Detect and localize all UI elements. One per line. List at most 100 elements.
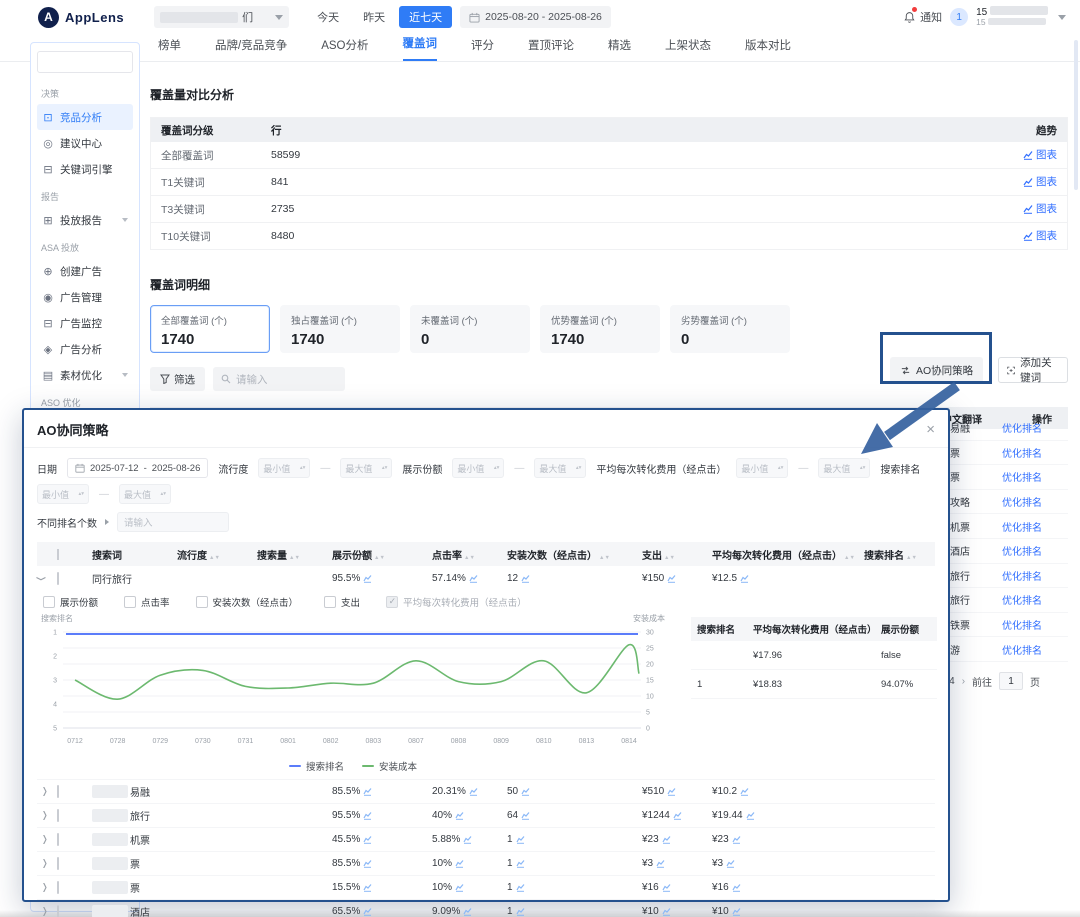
trend-icon[interactable] [521,787,530,796]
sidebar-item[interactable]: ⊟ 关键词引擎 [37,156,133,182]
last7days-button[interactable]: 近七天 [399,6,452,28]
col-header[interactable]: 搜索量▲▼ [257,547,332,562]
trend-icon[interactable] [516,859,525,868]
series-checkbox[interactable] [324,596,336,608]
col-header[interactable]: 流行度▲▼ [177,547,257,562]
trend-icon[interactable] [740,787,749,796]
search-input[interactable]: 请输入 [213,367,345,391]
trend-icon[interactable] [732,883,741,892]
sidebar-item[interactable]: ⊕ 创建广告 [37,258,133,284]
rank-count-input[interactable]: 请输入 [117,512,229,532]
trend-icon[interactable] [469,574,478,583]
trend-icon[interactable] [363,883,372,892]
avatar[interactable]: 1 [950,8,968,26]
tab[interactable]: 覆盖词 [403,35,438,61]
expand-row-icon[interactable]: ❭ [37,786,49,797]
trend-icon[interactable] [363,859,372,868]
stepper-icons[interactable]: ▴▾ [860,467,866,470]
tab[interactable]: 榜单 [158,37,181,61]
stat-card[interactable]: 劣势覆盖词 (个) 0 [670,305,790,353]
tab[interactable]: 评分 [471,37,494,61]
expand-row-icon[interactable]: ❭ [37,834,49,845]
series-checkbox[interactable] [386,596,398,608]
row-checkbox[interactable] [57,785,59,798]
share-min-input[interactable]: 最小值▴▾ [452,458,504,478]
series-checkbox[interactable] [196,596,208,608]
trend-icon[interactable] [455,883,464,892]
user-chip[interactable]: 15 15 [976,6,1048,27]
trend-icon[interactable] [662,907,671,916]
app-selector-dropdown[interactable]: 们 [154,6,289,28]
col-header[interactable]: 搜索排名▲▼ [864,547,937,562]
series-toggle[interactable]: 点击率 [124,595,170,609]
trend-icon[interactable] [363,811,372,820]
trend-icon[interactable] [455,811,464,820]
expand-row-icon[interactable]: ❭ [37,882,49,893]
trend-icon[interactable] [673,811,682,820]
series-checkbox[interactable] [124,596,136,608]
popularity-max-input[interactable]: 最大值▴▾ [340,458,392,478]
filter-button[interactable]: 筛选 [150,367,205,391]
row-checkbox[interactable] [57,881,59,894]
trend-icon[interactable] [656,859,665,868]
cpa-min-input[interactable]: 最小值▴▾ [736,458,788,478]
stepper-icons[interactable]: ▴▾ [494,467,500,470]
sidebar-item[interactable]: ◉ 广告管理 [37,284,133,310]
trend-icon[interactable] [521,811,530,820]
expand-row-icon[interactable]: ❭ [37,858,49,869]
date-range-picker[interactable]: 2025-08-20 - 2025-08-26 [460,6,611,28]
close-icon[interactable]: × [926,422,935,437]
trend-icon[interactable] [516,907,525,916]
trend-icon[interactable] [363,574,372,583]
tab[interactable]: 上架状态 [665,37,711,61]
rank-min-input[interactable]: 最小值▴▾ [37,484,89,504]
notifications-button[interactable]: 通知 [903,9,942,25]
cpa-max-input[interactable]: 最大值▴▾ [818,458,870,478]
yesterday-button[interactable]: 昨天 [353,6,395,28]
trend-icon[interactable] [740,574,749,583]
trend-icon[interactable] [363,787,372,796]
popularity-min-input[interactable]: 最小值▴▾ [258,458,310,478]
optimize-rank-link[interactable]: 优化排名 [1002,568,1042,583]
sidebar-item[interactable]: ▤ 素材优化 [37,362,133,388]
stepper-icons[interactable]: ▴▾ [576,467,582,470]
row-checkbox[interactable] [57,905,59,917]
stepper-icons[interactable]: ▴▾ [300,467,306,470]
col-header[interactable]: 安装次数（经点击）▲▼ [507,547,642,562]
trend-icon[interactable] [463,835,472,844]
row-checkbox[interactable] [57,809,59,822]
col-header[interactable]: 点击率▲▼ [432,547,507,562]
stat-card[interactable]: 全部覆盖词 (个) 1740 [150,305,270,353]
col-header[interactable]: 平均每次转化费用（经点击）▲▼ [712,547,864,562]
chart-link[interactable]: 图表 [1023,201,1057,216]
trend-icon[interactable] [363,907,372,916]
optimize-rank-link[interactable]: 优化排名 [1002,519,1042,534]
tab[interactable]: 精选 [608,37,631,61]
series-toggle[interactable]: 平均每次转化费用（经点击） [386,595,527,609]
trend-icon[interactable] [521,574,530,583]
col-header[interactable]: 支出▲▼ [642,547,712,562]
next-page-icon[interactable]: › [962,676,965,687]
expand-row-icon[interactable]: ❭ [37,906,49,917]
stepper-icons[interactable]: ▴▾ [778,467,784,470]
sidebar-item[interactable]: ⊡ 竞品分析 [37,104,133,130]
optimize-rank-link[interactable]: 优化排名 [1002,592,1042,607]
trend-icon[interactable] [746,811,755,820]
series-toggle[interactable]: 展示份额 [43,595,98,609]
stat-card[interactable]: 未覆盖词 (个) 0 [410,305,530,353]
stat-card[interactable]: 优势覆盖词 (个) 1740 [540,305,660,353]
optimize-rank-link[interactable]: 优化排名 [1002,494,1042,509]
sidebar-item[interactable]: ◈ 广告分析 [37,336,133,362]
row-checkbox[interactable] [57,857,59,870]
trend-icon[interactable] [667,574,676,583]
share-max-input[interactable]: 最大值▴▾ [534,458,586,478]
tab[interactable]: 品牌/竞品竞争 [215,37,287,61]
row-checkbox[interactable] [57,833,59,846]
tab[interactable]: 版本对比 [745,37,791,61]
modal-select-all-checkbox[interactable] [57,549,59,560]
collapse-row-icon[interactable]: ❭ [35,574,46,582]
trend-icon[interactable] [516,835,525,844]
trend-icon[interactable] [732,907,741,916]
optimize-rank-link[interactable]: 优化排名 [1002,642,1042,657]
trend-icon[interactable] [469,787,478,796]
